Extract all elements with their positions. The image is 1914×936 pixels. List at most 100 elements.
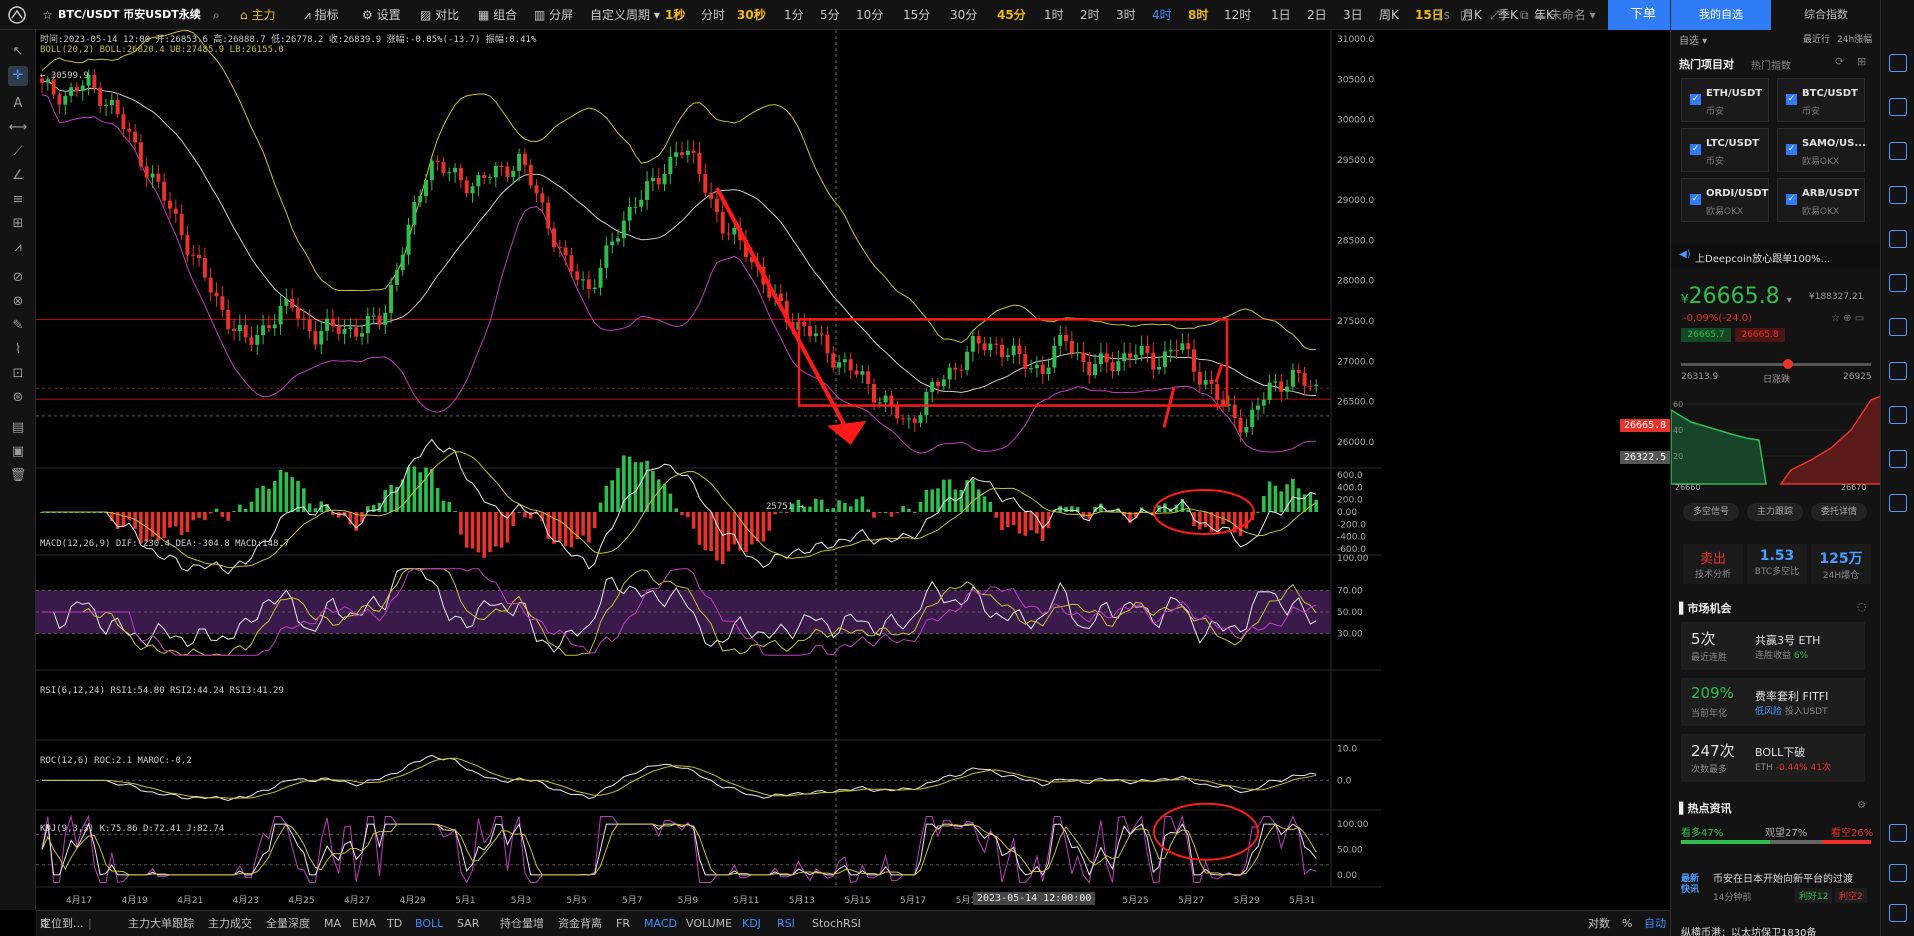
settings-button[interactable]: ⚙ 设置 (362, 0, 401, 30)
checkbox-icon[interactable]: ✓ (1786, 144, 1797, 155)
timeframe-2时[interactable]: 2时 (1080, 0, 1100, 30)
news-icon[interactable] (1889, 406, 1907, 424)
text-icon[interactable]: A (8, 94, 28, 114)
signal-button[interactable]: 多空信号 (1683, 503, 1739, 521)
timeframe-3时[interactable]: 3时 (1116, 0, 1136, 30)
timeframe-1秒[interactable]: 1秒 (665, 0, 685, 30)
indicators-button[interactable]: ⩘ 指标 (304, 0, 339, 30)
positions-icon[interactable] (1889, 186, 1907, 204)
timeframe-周K[interactable]: 周K (1379, 0, 1399, 30)
hot-index-tab[interactable]: 热门指数 (1751, 57, 1791, 72)
indicator-toggle[interactable]: 持仓量增 (500, 911, 544, 936)
indicator-toggle[interactable]: BOLL (415, 911, 443, 936)
chart-area[interactable]: 31000.0 30500.0 30000.0 29500.0 29000.0 28500… (36, 30, 1671, 910)
refresh-icon[interactable]: ⟳ (1835, 55, 1844, 68)
star-icon[interactable]: ☆ (42, 0, 53, 30)
opportunity-card[interactable]: 247次 次数最多 BOLL下破 ETH -0.44% 41次 (1681, 734, 1865, 782)
custom-period-button[interactable]: 自定义周期 ▾ (590, 0, 660, 30)
pair-card[interactable]: ✓ LTC/USDT 币安 (1681, 128, 1769, 172)
indicator-toggle[interactable]: 主力大单跟踪 (128, 911, 194, 936)
timeframe-15分[interactable]: 15分 (903, 0, 930, 30)
camera-icon[interactable]: ◫ (1460, 0, 1471, 30)
auto-toggle[interactable]: 自动 (1644, 911, 1666, 936)
indicator-toggle[interactable]: SAR (457, 911, 479, 936)
compass-icon[interactable] (1889, 362, 1907, 380)
timeframe-3日[interactable]: 3日 (1343, 0, 1363, 30)
indicator-toggle[interactable]: MA (324, 911, 341, 936)
indicator-toggle[interactable]: 资金背离 (558, 911, 602, 936)
timeframe-4时[interactable]: 4时 (1152, 0, 1172, 30)
opportunity-card[interactable]: 209% 当前年化 费率套利 FITFI 低风险 投入USDT (1681, 678, 1865, 726)
calculator-icon[interactable] (1889, 274, 1907, 292)
tab-watchlist[interactable]: 我的自选 (1671, 0, 1771, 30)
indicator-toggle[interactable]: TD (387, 911, 402, 936)
brush-icon[interactable]: ⊗ (8, 292, 28, 312)
indicator-toggle[interactable]: MACD (644, 911, 677, 936)
magnet-icon[interactable]: ⊘ (8, 268, 28, 288)
pair-card[interactable]: ✓ SAMO/US... 欧易OKX (1777, 128, 1866, 172)
timeframe-分时[interactable]: 分时 (701, 0, 725, 30)
symbol-title[interactable]: BTC/USDT 币安USDT永续 (58, 0, 201, 30)
order-detail-button[interactable]: 委托详情 (1811, 503, 1867, 521)
angle-icon[interactable]: ∠ (8, 166, 28, 186)
timeframe-30分[interactable]: 30分 (950, 0, 977, 30)
combo-button[interactable]: ▦ 组合 (478, 0, 517, 30)
channel-icon[interactable]: ≡ (8, 190, 28, 210)
pair-card[interactable]: ✓ BTC/USDT 币安 (1777, 78, 1865, 122)
checkbox-icon[interactable]: ✓ (1690, 94, 1701, 105)
timeframe-1日[interactable]: 1日 (1271, 0, 1291, 30)
fib-icon[interactable]: ⊞ (8, 214, 28, 234)
stats-icon[interactable] (1889, 230, 1907, 248)
tracking-button[interactable]: 主力跟踪 (1747, 503, 1803, 521)
watchlist-icon[interactable] (1889, 54, 1907, 72)
pair-card[interactable]: ✓ ORDI/USDT 欧易OKX (1681, 178, 1769, 222)
headset-icon[interactable] (1889, 864, 1907, 882)
signal-stat[interactable]: 卖出 技术分析 (1683, 544, 1743, 584)
calendar-icon[interactable] (1889, 318, 1907, 336)
timeframe-季K[interactable]: 季K (1498, 0, 1518, 30)
indicator-toggle[interactable]: RSI (777, 911, 795, 936)
news-headline-2[interactable]: 纵横币港：以太坊保卫1830备 (1681, 924, 1816, 936)
fullscreen-icon[interactable]: ⤢ (1490, 0, 1500, 30)
watchlist-dropdown[interactable]: 自选 ▾ (1679, 32, 1707, 47)
refresh-rate[interactable]: 1s (1436, 0, 1450, 30)
order-button[interactable]: 下单 (1608, 0, 1678, 30)
chevron-left-icon[interactable]: | (88, 911, 92, 936)
trash-icon[interactable]: 🗑 (8, 466, 28, 486)
cursor-icon[interactable]: ↖ (8, 42, 28, 62)
hot-project-tab[interactable]: 热门项目对 (1679, 56, 1734, 72)
eye-icon[interactable]: ⊛ (8, 388, 28, 408)
opportunity-card[interactable]: 5次 最近连胜 共赢3号 ETH 连胜收益 6% (1681, 622, 1865, 670)
trendline-icon[interactable]: ⟋ (8, 142, 28, 162)
split-button[interactable]: ▥ 分屏 (534, 0, 573, 30)
percent-toggle[interactable]: % (1622, 911, 1632, 936)
tab-index[interactable]: 综合指数 (1776, 0, 1876, 30)
compare-button[interactable]: ▨ 对比 (420, 0, 459, 30)
ratio-stat[interactable]: 1.53 BTC多空比 (1747, 544, 1807, 584)
checkbox-icon[interactable]: ✓ (1786, 94, 1797, 105)
timeframe-5分[interactable]: 5分 (820, 0, 840, 30)
timeframe-1分[interactable]: 1分 (784, 0, 804, 30)
timeframe-30秒[interactable]: 30秒 (737, 0, 766, 30)
checkbox-icon[interactable]: ✓ (1690, 144, 1701, 155)
log-toggle[interactable]: 对数 (1588, 911, 1610, 936)
pair-card[interactable]: ✓ ARB/USDT 欧易OKX (1777, 178, 1865, 222)
lock-icon[interactable]: ⊡ (8, 364, 28, 384)
wallet-icon[interactable] (1889, 450, 1907, 468)
volume-stat[interactable]: 125万 24H爆仓 (1811, 544, 1871, 584)
chart-canvas[interactable]: 31000.0 30500.0 30000.0 29500.0 29000.0 28500… (36, 30, 1670, 910)
pen-icon[interactable]: ✎ (8, 316, 28, 336)
alert-icons[interactable]: ☆ ⊕ ▭ (1831, 313, 1864, 324)
trades-icon[interactable] (1889, 142, 1907, 160)
timeframe-2日[interactable]: 2日 (1307, 0, 1327, 30)
lock-icon[interactable] (1889, 824, 1907, 842)
ruler-icon[interactable]: ⌇ (8, 340, 28, 360)
news-settings-icon[interactable]: ⚙ (1857, 800, 1866, 811)
indicator-toggle[interactable]: KDJ (742, 911, 761, 936)
search-icon[interactable]: ⌕ (213, 0, 220, 30)
layers-icon[interactable]: ▤ (8, 418, 28, 438)
main-button[interactable]: ⌂ 主力 (240, 0, 275, 30)
timeframe-8时[interactable]: 8时 (1188, 0, 1208, 30)
indicator-toggle[interactable]: VOLUME (686, 911, 732, 936)
chevron-down-icon[interactable]: ▾ (1787, 295, 1792, 306)
